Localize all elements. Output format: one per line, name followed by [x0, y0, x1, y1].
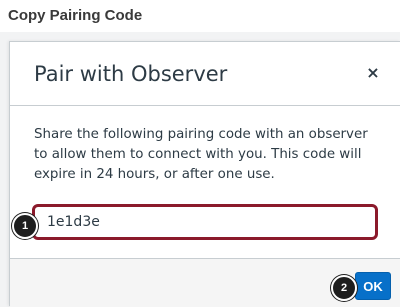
pairing-code-field[interactable] — [32, 204, 378, 240]
pair-with-observer-dialog: Pair with Observer × Share the following… — [9, 41, 400, 307]
dialog-header: Pair with Observer × — [10, 42, 400, 106]
dialog-title: Pair with Observer — [34, 62, 228, 86]
callout-badge-1: 1 — [12, 213, 38, 239]
page-heading: Copy Pairing Code — [0, 0, 400, 32]
close-icon[interactable]: × — [364, 64, 382, 82]
ok-button[interactable]: OK — [355, 272, 391, 300]
dialog-description: Share the following pairing code with an… — [34, 127, 368, 182]
callout-badge-2: 2 — [331, 275, 357, 301]
